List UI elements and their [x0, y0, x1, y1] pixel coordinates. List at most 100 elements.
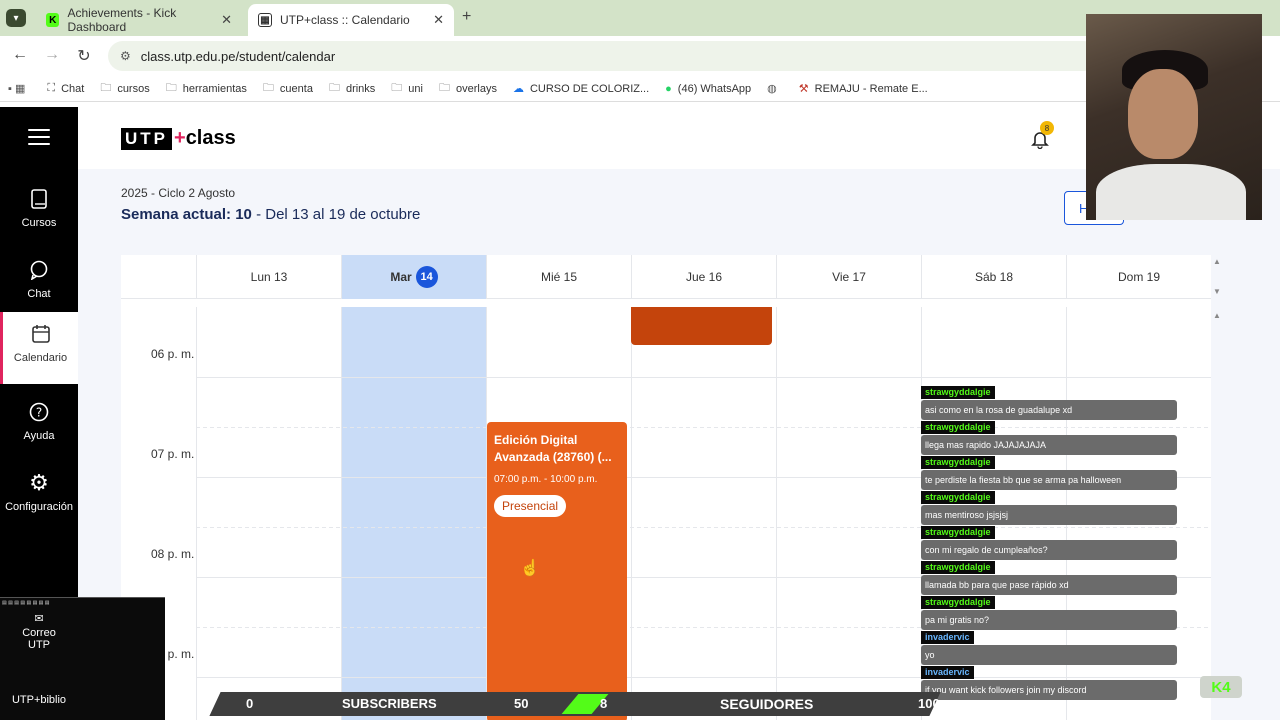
chat-message: strawgyddalgie llamada bb para que pase r… [921, 559, 1179, 595]
folder-icon: 🗀 [391, 82, 403, 94]
bookmark-whatsapp[interactable]: ● (46) WhatsApp [665, 83, 751, 95]
sidebar-item-ayuda[interactable]: ? Ayuda [0, 390, 78, 460]
forward-icon[interactable]: → [42, 46, 62, 64]
cloud-icon: ☁ [512, 83, 524, 95]
sidebar-item-label: Cursos [21, 217, 57, 229]
bookmark-icon: ⛶ [47, 82, 56, 94]
bookmark-chat[interactable]: ⛶ Chat [47, 82, 84, 95]
hour-label: 08 p. m. [151, 547, 195, 561]
chat-username: strawgyddalgie [921, 561, 995, 574]
week-number: Semana actual: 10 [121, 206, 252, 223]
folder-icon: 🗀 [100, 82, 112, 94]
bookmark-globe[interactable]: ◍ [767, 82, 783, 95]
sidebar-item-utp[interactable]: UTP [0, 639, 78, 651]
utp-class-logo[interactable]: UTP + class [121, 127, 236, 150]
kick-icon: K [46, 13, 60, 27]
tab-title: UTP+class :: Calendario [280, 13, 410, 27]
url-field[interactable]: ⚙ class.utp.edu.pe/student/calendar [108, 41, 1098, 71]
bookmark-label: drinks [345, 82, 376, 95]
day-header-dom[interactable]: Dom 19 [1066, 255, 1211, 299]
bookmark-uni[interactable]: 🗀 uni [391, 79, 423, 98]
bookmark-label: cuenta [279, 82, 313, 95]
bookmark-overlays[interactable]: 🗀 overlays [439, 79, 497, 98]
calendar-header: Lun 13 Mar 14 Mié 15 Jue 16 Vie 17 Sáb 18… [121, 255, 1211, 299]
bookmark-remaju[interactable]: ⚒ REMAJU - Remate E... [799, 82, 928, 96]
sidebar-item-calendario[interactable]: Calendario [0, 312, 78, 384]
hand-cursor-icon: ☝ [520, 560, 540, 577]
hour-label: 06 p. m. [151, 347, 195, 361]
bookmark-drinks[interactable]: 🗀 drinks [329, 79, 375, 98]
tab-kick-dashboard[interactable]: K Achievements - Kick Dashboard ✕ [36, 4, 242, 36]
tab-title: Achievements - Kick Dashboard [67, 6, 177, 34]
bookmark-herramientas[interactable]: 🗀 herramientas [166, 79, 247, 98]
sidebar-item-cursos[interactable]: Cursos [0, 177, 78, 247]
bookmark-label: cursos [117, 82, 150, 95]
sidebar-item-correo[interactable]: Correo [0, 627, 78, 639]
folder-icon: 🗀 [165, 82, 177, 94]
bookmark-cursos[interactable]: 🗀 cursos [100, 79, 149, 98]
new-tab-icon[interactable]: + [462, 8, 471, 26]
followers-label: SEGUIDORES [720, 696, 814, 712]
site-info-icon[interactable]: ⚙ [120, 49, 131, 63]
day-label: Sáb 18 [974, 270, 1014, 284]
whatsapp-icon: ● [665, 82, 672, 95]
calendar-event-edicion-digital[interactable]: Edición Digital Avanzada (28760) (... 07… [487, 422, 627, 720]
mail-icon[interactable]: ✉ [0, 612, 78, 625]
close-tab-icon[interactable]: ✕ [221, 12, 232, 28]
back-icon[interactable]: ← [10, 46, 30, 64]
bookmark-curso-coloriz[interactable]: ☁ CURSO DE COLORIZ... [512, 82, 649, 96]
webcam-face [1128, 69, 1198, 159]
followers-goal: 100 [918, 696, 940, 711]
logo-plus: + [174, 127, 186, 149]
bookmark-cuenta[interactable]: 🗀 cuenta [263, 79, 313, 98]
sidebar-bottom-items: ✉ Correo UTP UTP+biblio [0, 612, 78, 706]
column-divider [776, 307, 777, 720]
close-tab-icon[interactable]: ✕ [433, 12, 444, 28]
apps-icon[interactable]: ▪ ▦ [8, 82, 31, 95]
day-label: Jue 16 [685, 270, 723, 284]
folder-icon: 🗀 [328, 82, 340, 94]
webcam-shirt [1096, 164, 1246, 220]
tab-utp-calendar[interactable]: ▦ UTP+class :: Calendario ✕ [248, 4, 454, 36]
reload-icon[interactable]: ↻ [74, 46, 94, 66]
sidebar-item-chat[interactable]: Chat [0, 248, 78, 318]
chat-username: invadervic [921, 631, 974, 644]
chat-text: pa mi gratis no? [921, 610, 1177, 630]
chat-username: strawgyddalgie [921, 596, 995, 609]
day-label: Dom 19 [1117, 270, 1161, 284]
day-header-lun[interactable]: Lun 13 [196, 255, 341, 299]
day-label: Lun 13 [250, 270, 288, 284]
utp-icon: ▦ [258, 13, 272, 27]
webcam-overlay [1086, 14, 1262, 220]
stream-goal-bar: 0 SUBSCRIBERS 50 8 SEGUIDORES 100 [209, 692, 1255, 716]
day-label: Mié 15 [540, 270, 578, 284]
scroll-up-icon[interactable]: ▲ [1213, 311, 1221, 320]
day-header-sab[interactable]: Sáb 18 [921, 255, 1066, 299]
sidebar-item-label: Calendario [13, 352, 68, 364]
day-header-vie[interactable]: Vie 17 [776, 255, 921, 299]
tab-search-dropdown[interactable]: ▾ [6, 9, 26, 27]
book-icon [0, 185, 78, 213]
sidebar-item-biblio[interactable]: UTP+biblio [0, 694, 78, 706]
bookmark-label: overlays [455, 82, 497, 95]
chat-username: strawgyddalgie [921, 491, 995, 504]
chat-username: strawgyddalgie [921, 386, 995, 399]
today-number: 14 [415, 266, 438, 288]
day-header-mie[interactable]: Mié 15 [486, 255, 631, 299]
svg-text:?: ? [36, 406, 42, 420]
week-range: - Del 13 al 19 de octubre [251, 206, 421, 223]
calendar-event-thursday[interactable] [631, 307, 772, 345]
day-header-jue[interactable]: Jue 16 [631, 255, 776, 299]
column-divider [341, 307, 342, 720]
hamburger-menu-icon[interactable] [28, 129, 50, 147]
scroll-down-icon[interactable]: ▼ [1213, 287, 1221, 296]
chat-username: invadervic [921, 666, 974, 679]
scroll-up-icon[interactable]: ▲ [1213, 257, 1221, 266]
day-label: Vie 17 [832, 270, 866, 284]
chat-message: strawgyddalgie pa mi gratis no? [921, 594, 1179, 630]
sidebar-item-configuracion[interactable]: ⚙ Configuración [0, 461, 78, 531]
sidebar-item-label: Configuración [5, 501, 73, 513]
bookmark-label: uni [408, 82, 423, 95]
day-header-mar[interactable]: Mar 14 [341, 255, 486, 299]
chat-text: asi como en la rosa de guadalupe xd [921, 400, 1177, 420]
